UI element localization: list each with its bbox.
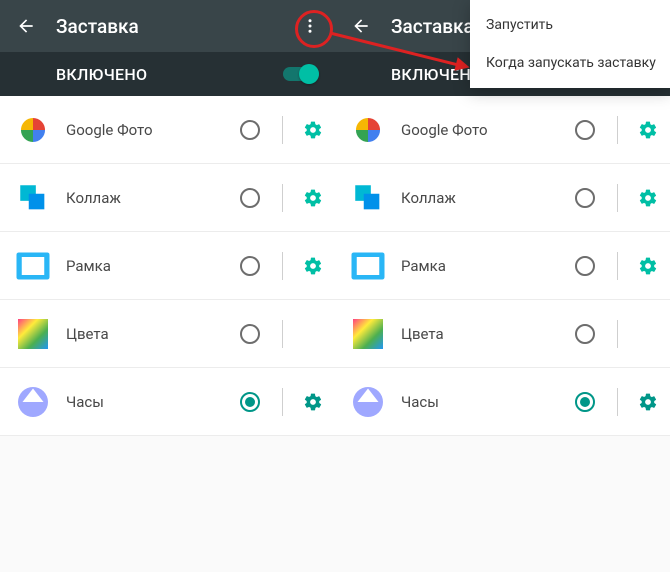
overflow-menu: Запустить Когда запускать заставку <box>470 0 670 88</box>
screensaver-option-collage[interactable]: Коллаж <box>0 164 335 232</box>
google-photos-icon <box>349 111 387 149</box>
screensaver-settings-panel-right: Заставка ВКЛЮЧЕНО Google ФотоКоллажРамка… <box>335 0 670 572</box>
gear-icon[interactable] <box>638 120 658 140</box>
screensaver-option-colors[interactable]: Цвета <box>0 300 335 368</box>
option-label: Часы <box>401 393 561 411</box>
separator <box>617 388 618 416</box>
colors-icon <box>349 315 387 353</box>
gear-icon[interactable] <box>638 188 658 208</box>
separator <box>617 252 618 280</box>
radio-button[interactable] <box>575 324 595 344</box>
radio-button[interactable] <box>575 188 595 208</box>
frame-icon <box>14 247 52 285</box>
collage-icon <box>349 179 387 217</box>
separator <box>617 184 618 212</box>
screensaver-option-clock[interactable]: Часы <box>0 368 335 436</box>
frame-icon <box>349 247 387 285</box>
back-icon[interactable] <box>351 16 371 36</box>
screensaver-option-frame[interactable]: Рамка <box>0 232 335 300</box>
clock-icon <box>14 383 52 421</box>
radio-button[interactable] <box>575 256 595 276</box>
clock-icon <box>349 383 387 421</box>
radio-button[interactable] <box>575 120 595 140</box>
separator <box>617 116 618 144</box>
screensaver-option-clock[interactable]: Часы <box>335 368 670 436</box>
gear-icon[interactable] <box>638 392 658 412</box>
separator <box>282 388 283 416</box>
option-label: Google Фото <box>401 121 561 139</box>
screensaver-settings-panel-left: Заставка ВКЛЮЧЕНО Google Фото Коллаж Рамка… <box>0 0 335 572</box>
menu-item-start[interactable]: Запустить <box>470 6 670 44</box>
option-label: Рамка <box>401 257 561 275</box>
screensaver-list: Google Фото Коллаж Рамка Цвета Часы <box>335 96 670 572</box>
screensaver-option-google-photos[interactable]: Google Фото <box>335 96 670 164</box>
separator <box>282 252 283 280</box>
radio-button[interactable] <box>240 256 260 276</box>
radio-button[interactable] <box>575 392 595 412</box>
screensaver-option-colors[interactable]: Цвета <box>335 300 670 368</box>
radio-button[interactable] <box>240 324 260 344</box>
separator <box>282 116 283 144</box>
option-label: Цвета <box>401 325 561 343</box>
gear-icon[interactable] <box>638 256 658 276</box>
option-label: Цвета <box>66 325 226 343</box>
enable-switch[interactable] <box>283 64 319 84</box>
annotation-circle <box>295 10 333 48</box>
radio-button[interactable] <box>240 188 260 208</box>
separator <box>617 320 618 348</box>
screensaver-option-collage[interactable]: Коллаж <box>335 164 670 232</box>
enable-label: ВКЛЮЧЕНО <box>56 65 283 84</box>
gear-icon[interactable] <box>303 256 323 276</box>
app-bar: Заставка <box>0 0 335 52</box>
radio-button[interactable] <box>240 120 260 140</box>
option-label: Google Фото <box>66 121 226 139</box>
back-icon[interactable] <box>16 16 36 36</box>
enable-row: ВКЛЮЧЕНО <box>0 52 335 96</box>
option-label: Коллаж <box>401 189 561 207</box>
separator <box>282 184 283 212</box>
gear-icon[interactable] <box>303 120 323 140</box>
page-title: Заставка <box>56 15 281 38</box>
colors-icon <box>14 315 52 353</box>
gear-icon[interactable] <box>303 188 323 208</box>
gear-icon[interactable] <box>303 392 323 412</box>
option-label: Часы <box>66 393 226 411</box>
collage-icon <box>14 179 52 217</box>
radio-button[interactable] <box>240 392 260 412</box>
separator <box>282 320 283 348</box>
option-label: Коллаж <box>66 189 226 207</box>
option-label: Рамка <box>66 257 226 275</box>
menu-item-when[interactable]: Когда запускать заставку <box>470 44 670 82</box>
screensaver-list: Google Фото Коллаж Рамка Цвета Часы <box>0 96 335 572</box>
google-photos-icon <box>14 111 52 149</box>
screensaver-option-google-photos[interactable]: Google Фото <box>0 96 335 164</box>
screensaver-option-frame[interactable]: Рамка <box>335 232 670 300</box>
